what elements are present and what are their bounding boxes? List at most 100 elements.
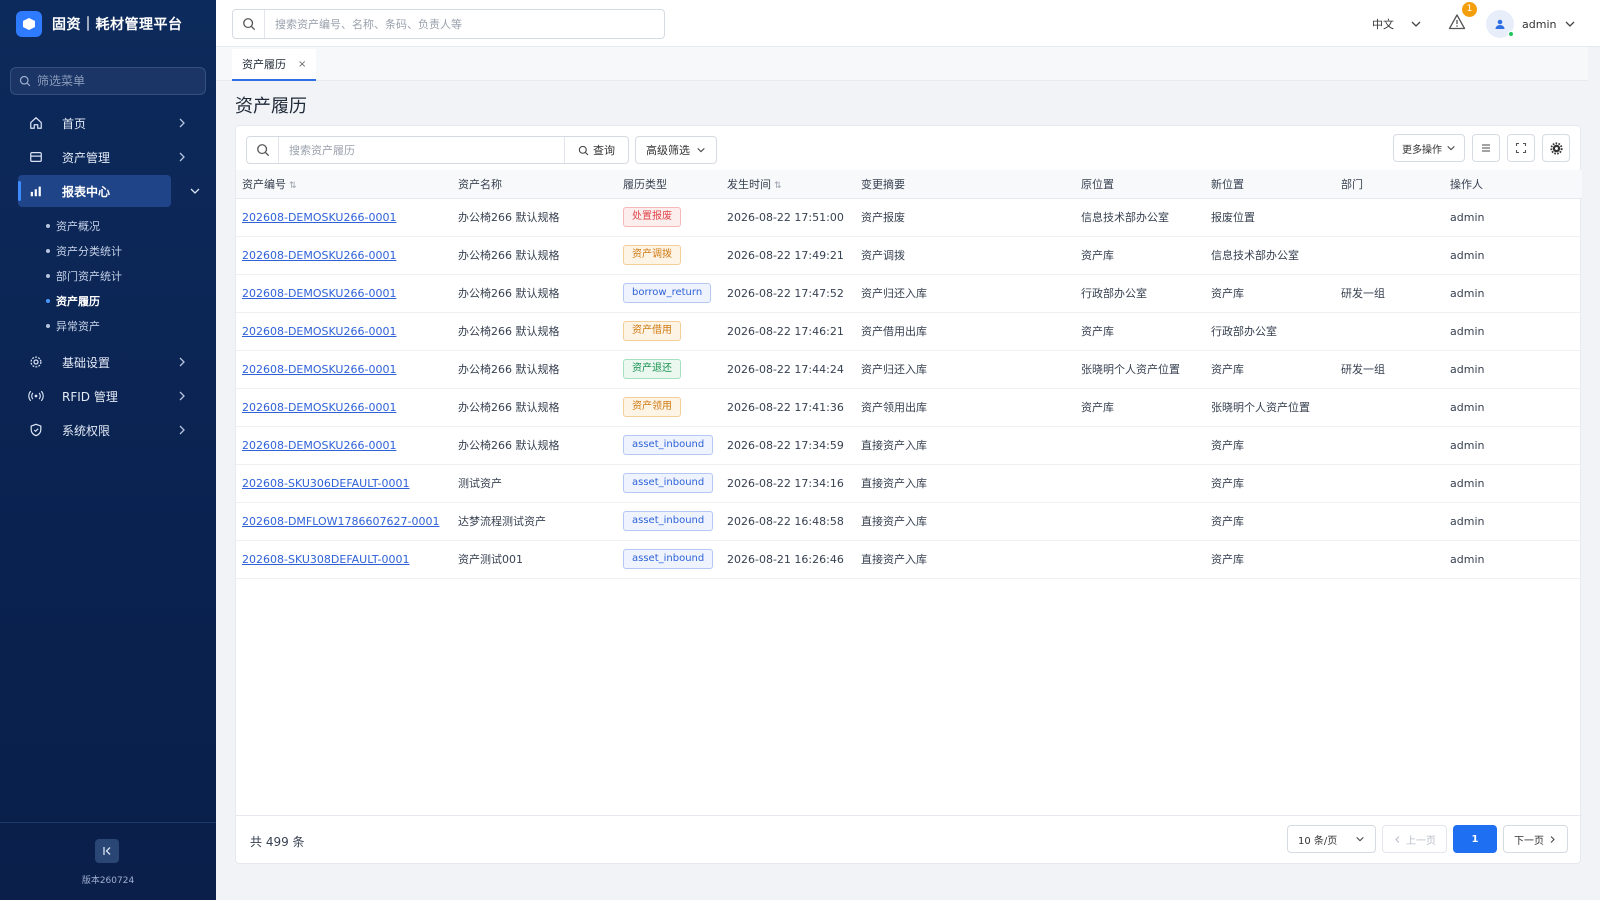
prev-page-button[interactable]: 上一页	[1382, 825, 1447, 853]
table-cell: admin	[1444, 198, 1582, 237]
asset-code-link[interactable]: 202608-DEMOSKU266-0001	[242, 401, 396, 414]
table-cell: 资产报废	[855, 198, 1075, 237]
table-row[interactable]: 202608-DMFLOW1786607627-0001 达梦流程测试资产 asse…	[236, 502, 1582, 541]
table-cell: 202608-DEMOSKU266-0001	[236, 312, 452, 351]
history-table: 资产编号 ⇅ 资产名称 履历类型 发生时间 ⇅ 变更摘要 原位置 新位置 部门 操作…	[236, 170, 1582, 579]
history-search-input[interactable]	[279, 143, 549, 157]
table-cell: 直接资产入库	[855, 426, 1075, 465]
density-button[interactable]	[1472, 134, 1500, 162]
nav-item-basic-settings[interactable]: 基础设置	[0, 346, 216, 378]
asset-code-link[interactable]: 202608-DEMOSKU266-0001	[242, 287, 396, 300]
gear-icon	[28, 354, 44, 370]
table-cell: 2026-08-22 17:46:21	[721, 312, 855, 351]
search-icon	[19, 75, 31, 87]
table-cell	[1335, 198, 1444, 237]
operator-cell: admin	[1450, 286, 1485, 300]
tab-asset-history[interactable]: 资产履历 ×	[232, 49, 317, 81]
table-row[interactable]: 202608-DEMOSKU266-0001 办公椅266 默认规格 资产领用 202…	[236, 388, 1582, 427]
advanced-filter-button[interactable]: 高级筛选	[635, 136, 717, 164]
column-header-time[interactable]: 发生时间 ⇅	[721, 170, 855, 199]
user-icon	[1495, 19, 1505, 29]
time-cell: 2026-08-22 16:48:58	[727, 514, 844, 528]
sort-icon[interactable]: ⇅	[774, 181, 782, 191]
page-title: 资产履历	[235, 96, 307, 117]
time-cell: 2026-08-22 17:34:16	[727, 476, 844, 490]
operator-cell: admin	[1450, 324, 1485, 338]
asset-code-link[interactable]: 202608-DMFLOW1786607627-0001	[242, 515, 439, 528]
table-cell: 202608-DEMOSKU266-0001	[236, 350, 452, 389]
table-cell	[1335, 464, 1444, 503]
user-menu[interactable]: admin	[1486, 10, 1576, 38]
asset-code-link[interactable]: 202608-SKU306DEFAULT-0001	[242, 477, 410, 490]
asset-code-link[interactable]: 202608-DEMOSKU266-0001	[242, 363, 396, 376]
operator-cell: admin	[1450, 476, 1485, 490]
asset-code-link[interactable]: 202608-DEMOSKU266-0001	[242, 211, 396, 224]
brand[interactable]: 固资｜耗材管理平台	[16, 11, 183, 37]
table-cell: 办公椅266 默认规格	[452, 350, 617, 389]
from-location-cell: 资产库	[1081, 325, 1114, 338]
table-row[interactable]: 202608-DEMOSKU266-0001 办公椅266 默认规格 asset_i…	[236, 426, 1582, 465]
table-cell: 办公椅266 默认规格	[452, 236, 617, 275]
to-location-cell: 资产库	[1211, 477, 1244, 490]
asset-name-cell: 办公椅266 默认规格	[458, 211, 560, 224]
table-row[interactable]: 202608-SKU308DEFAULT-0001 资产测试001 asset_in…	[236, 540, 1582, 579]
sub-item-asset-history[interactable]: 资产履历	[0, 288, 216, 313]
collapse-sidebar-button[interactable]	[95, 839, 119, 863]
table-row[interactable]: 202608-SKU306DEFAULT-0001 测试资产 asset_inbou…	[236, 464, 1582, 503]
column-header-to-location: 新位置	[1205, 170, 1335, 199]
nav-item-rfid[interactable]: RFID 管理	[0, 380, 216, 412]
collapse-icon	[103, 847, 111, 855]
asset-code-link[interactable]: 202608-SKU308DEFAULT-0001	[242, 553, 410, 566]
sub-item-asset-overview[interactable]: 资产概况	[0, 213, 216, 238]
fullscreen-button[interactable]	[1507, 134, 1535, 162]
next-page-button[interactable]: 下一页	[1503, 825, 1568, 853]
alert-button[interactable]: 1	[1448, 2, 1477, 35]
page-size-select[interactable]: 10 条/页	[1287, 825, 1376, 853]
close-icon[interactable]: ×	[298, 59, 306, 70]
column-header-asset-code[interactable]: 资产编号 ⇅	[236, 170, 452, 199]
table-row[interactable]: 202608-DEMOSKU266-0001 办公椅266 默认规格 资产调拨 202…	[236, 236, 1582, 275]
nav-item-asset-management[interactable]: 资产管理	[0, 141, 216, 173]
global-search-input[interactable]	[265, 17, 655, 31]
table-cell	[1335, 388, 1444, 427]
more-actions-button[interactable]: 更多操作	[1393, 134, 1465, 162]
to-location-cell: 资产库	[1211, 363, 1244, 376]
column-header-department: 部门	[1335, 170, 1444, 199]
asset-code-link[interactable]: 202608-DEMOSKU266-0001	[242, 325, 396, 338]
table-row[interactable]: 202608-DEMOSKU266-0001 办公椅266 默认规格 资产退还 202…	[236, 350, 1582, 389]
to-location-cell: 报废位置	[1211, 211, 1255, 224]
sort-icon[interactable]: ⇅	[289, 181, 297, 191]
table-row[interactable]: 202608-DEMOSKU266-0001 办公椅266 默认规格 borrow_…	[236, 274, 1582, 313]
nav-item-report-center[interactable]: 报表中心	[18, 175, 200, 207]
table-row[interactable]: 202608-DEMOSKU266-0001 办公椅266 默认规格 处置报废 202…	[236, 198, 1582, 237]
query-button[interactable]: 查询	[564, 137, 628, 163]
from-location-cell: 信息技术部办公室	[1081, 211, 1169, 224]
chevron-right-icon	[179, 425, 185, 435]
table-cell: 资产领用	[617, 388, 721, 427]
sub-item-department-stats[interactable]: 部门资产统计	[0, 263, 216, 288]
asset-name-cell: 办公椅266 默认规格	[458, 439, 560, 452]
asset-code-link[interactable]: 202608-DEMOSKU266-0001	[242, 249, 396, 262]
page-scrollbar[interactable]	[1588, 47, 1600, 900]
to-location-cell: 资产库	[1211, 515, 1244, 528]
search-icon	[247, 137, 279, 163]
table-row[interactable]: 202608-DEMOSKU266-0001 办公椅266 默认规格 资产借用 202…	[236, 312, 1582, 351]
column-settings-button[interactable]	[1542, 134, 1570, 162]
page-button-current[interactable]: 1	[1453, 825, 1497, 853]
nav-item-home[interactable]: 首页	[0, 107, 216, 139]
chevron-down-icon	[190, 188, 200, 194]
time-cell: 2026-08-22 17:49:21	[727, 248, 844, 262]
top-header: 中文 1 admin	[216, 0, 1600, 47]
summary-cell: 直接资产入库	[861, 439, 927, 452]
asset-code-link[interactable]: 202608-DEMOSKU266-0001	[242, 439, 396, 452]
column-header-from-location: 原位置	[1075, 170, 1205, 199]
menu-filter-input[interactable]	[37, 74, 197, 88]
menu-filter	[10, 67, 206, 95]
home-icon	[28, 115, 44, 131]
sub-item-category-stats[interactable]: 资产分类统计	[0, 238, 216, 263]
column-header-summary: 变更摘要	[855, 170, 1075, 199]
nav-item-system-permissions[interactable]: 系统权限	[0, 414, 216, 446]
sub-item-abnormal-assets[interactable]: 异常资产	[0, 313, 216, 338]
language-select[interactable]: 中文	[1372, 16, 1422, 32]
page-tabs: 资产履历 ×	[216, 47, 1600, 81]
